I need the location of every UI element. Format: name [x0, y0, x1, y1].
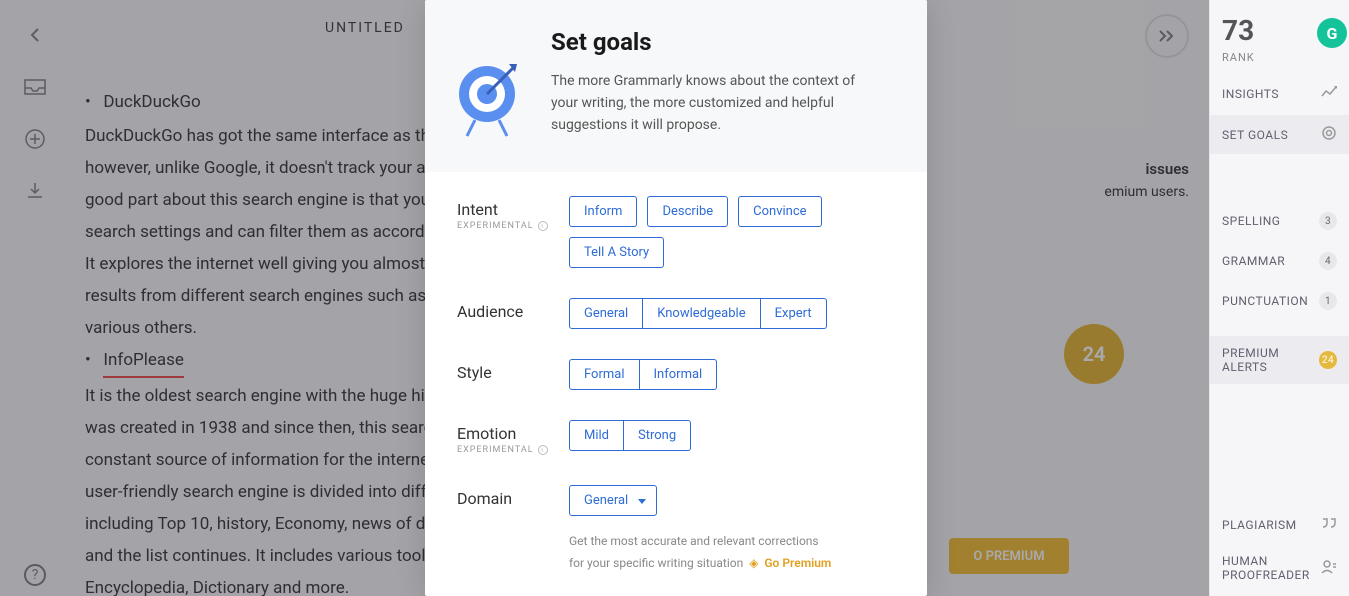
intent-inform[interactable]: Inform: [569, 196, 637, 227]
modal-footer-note: Get the most accurate and relevant corre…: [457, 530, 895, 574]
insights-icon: [1321, 86, 1337, 101]
grammarly-logo-button[interactable]: G: [1317, 18, 1347, 48]
style-formal[interactable]: Formal: [569, 359, 640, 390]
diamond-icon: ◈: [749, 556, 758, 570]
go-premium-link[interactable]: Go Premium: [764, 556, 831, 570]
count-badge: 1: [1319, 292, 1337, 310]
sidebar-grammar[interactable]: GRAMMAR4: [1222, 252, 1337, 270]
right-sidebar: G 73 RANK INSIGHTS SET GOALS SPELLING3 G…: [1209, 0, 1349, 596]
emotion-mild[interactable]: Mild: [569, 420, 624, 451]
row-audience: Audience General Knowledgeable Expert: [457, 298, 895, 329]
intent-label: Intent: [457, 200, 569, 219]
row-emotion: Emotion EXPERIMENTAL i Mild Strong: [457, 420, 895, 455]
experimental-tag: EXPERIMENTAL: [457, 445, 534, 455]
emotion-label: Emotion: [457, 424, 569, 443]
row-domain: Domain General: [457, 485, 895, 516]
intent-convince[interactable]: Convince: [738, 196, 821, 227]
info-icon[interactable]: i: [538, 445, 548, 455]
sidebar-premium-alerts[interactable]: PREMIUMALERTS24: [1210, 336, 1349, 384]
modal-description: The more Grammarly knows about the conte…: [551, 70, 881, 136]
domain-select[interactable]: General: [569, 485, 657, 516]
rank-label: RANK: [1222, 51, 1337, 64]
domain-label: Domain: [457, 485, 569, 508]
emotion-strong[interactable]: Strong: [624, 420, 691, 451]
count-badge: 4: [1319, 252, 1337, 270]
sidebar-human-proofreader[interactable]: HUMANPROOFREADER: [1222, 554, 1337, 582]
row-intent: Intent EXPERIMENTAL i Inform Describe Co…: [457, 196, 895, 268]
audience-expert[interactable]: Expert: [761, 298, 827, 329]
style-label: Style: [457, 359, 569, 382]
audience-knowledgeable[interactable]: Knowledgeable: [643, 298, 760, 329]
sidebar-punctuation[interactable]: PUNCTUATION1: [1222, 292, 1337, 310]
experimental-tag: EXPERIMENTAL: [457, 221, 534, 231]
set-goals-modal: Set goals The more Grammarly knows about…: [425, 0, 927, 596]
sidebar-plagiarism[interactable]: PLAGIARISM: [1222, 517, 1337, 532]
intent-describe[interactable]: Describe: [647, 196, 728, 227]
intent-tell-story[interactable]: Tell A Story: [569, 237, 664, 268]
audience-label: Audience: [457, 298, 569, 321]
app-root: UNTITLED • DuckDuckGo DuckDuckGo has got…: [0, 0, 1349, 596]
quote-icon: [1321, 517, 1337, 532]
sidebar-spelling[interactable]: SPELLING3: [1222, 212, 1337, 230]
count-badge-gold: 24: [1319, 351, 1337, 369]
sidebar-insights[interactable]: INSIGHTS: [1222, 86, 1337, 101]
modal-header: Set goals The more Grammarly knows about…: [425, 0, 927, 172]
person-icon: [1321, 560, 1337, 577]
count-badge: 3: [1319, 212, 1337, 230]
modal-title: Set goals: [551, 28, 881, 56]
info-icon[interactable]: i: [538, 221, 548, 231]
target-icon: [1321, 125, 1337, 144]
row-style: Style Formal Informal: [457, 359, 895, 390]
target-illustration: [457, 28, 529, 142]
style-informal[interactable]: Informal: [640, 359, 718, 390]
sidebar-set-goals[interactable]: SET GOALS: [1210, 115, 1349, 154]
audience-general[interactable]: General: [569, 298, 643, 329]
modal-body: Intent EXPERIMENTAL i Inform Describe Co…: [425, 172, 927, 586]
